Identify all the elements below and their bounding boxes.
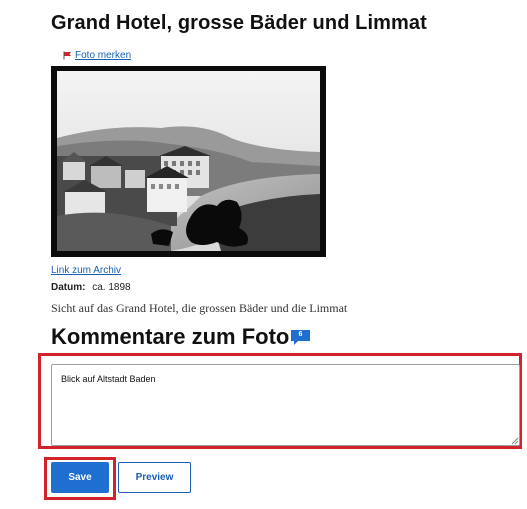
date-row: Datum: ca. 1898 (51, 282, 131, 293)
archive-link[interactable]: Link zum Archiv (51, 265, 121, 276)
bookmark-link[interactable]: Foto merken (63, 50, 131, 61)
save-button[interactable]: Save (51, 462, 109, 493)
comments-heading: Kommentare zum Foto (51, 324, 290, 349)
photo-title: Grand Hotel, grosse Bäder und Limmat (51, 12, 427, 34)
preview-button[interactable]: Preview (118, 462, 191, 493)
photo-description: Sicht auf das Grand Hotel, die grossen B… (51, 301, 348, 315)
flag-icon (63, 51, 72, 60)
date-label: Datum: (51, 282, 86, 293)
bookmark-label[interactable]: Foto merken (75, 50, 131, 61)
page: Grand Hotel, grosse Bäder und Limmat Fot… (0, 0, 527, 509)
comment-count-badge: 6 (290, 329, 311, 347)
comment-count: 6 (298, 331, 303, 338)
historic-photo[interactable] (51, 66, 326, 257)
resize-grip-icon[interactable] (511, 437, 519, 445)
comment-textarea[interactable] (51, 364, 520, 446)
date-value: ca. 1898 (92, 282, 131, 293)
